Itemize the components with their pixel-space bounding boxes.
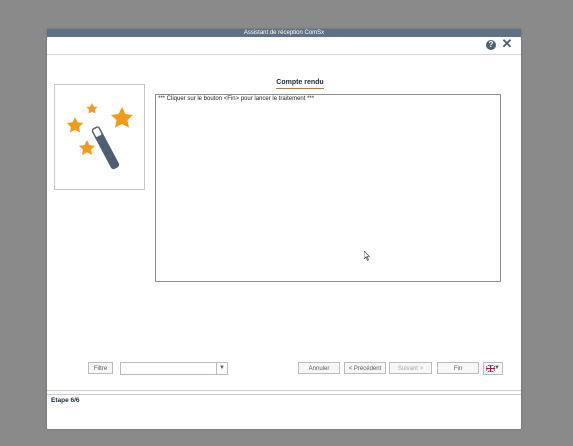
filter-combobox[interactable]: ▼ [120, 362, 228, 375]
section-title-underline [276, 88, 324, 89]
close-icon[interactable]: ✕ [501, 37, 513, 50]
help-icon[interactable]: ? [486, 40, 496, 50]
finish-button[interactable]: Fin [437, 362, 479, 374]
wizard-image [54, 84, 145, 190]
footer-divider [47, 390, 521, 391]
log-line: *** Cliquer sur le bouton <Fin> pour lan… [158, 96, 315, 102]
step-indicator: Etape 6/6 [51, 397, 80, 404]
wizard-dialog: Assistant de réception ComSx ? ✕ Compte … [47, 29, 521, 429]
filter-button[interactable]: Filtre [88, 362, 113, 374]
section-title: Compte rendu [276, 79, 324, 86]
header-divider [47, 54, 521, 55]
report-log[interactable]: *** Cliquer sur le bouton <Fin> pour lan… [155, 94, 501, 282]
magic-wand-stars-icon [66, 103, 133, 170]
window-title: Assistant de réception ComSx [47, 29, 521, 37]
mouse-cursor-icon [364, 251, 370, 261]
previous-button[interactable]: < Précédent [344, 362, 386, 374]
cancel-button[interactable]: Annuler [298, 362, 340, 374]
chevron-down-icon[interactable]: ▼ [216, 363, 227, 374]
chevron-down-icon: ▼ [494, 365, 500, 371]
footer-divider [47, 394, 521, 395]
language-selector[interactable]: ▼ [483, 362, 503, 375]
next-button[interactable]: Suivant > [389, 362, 432, 374]
